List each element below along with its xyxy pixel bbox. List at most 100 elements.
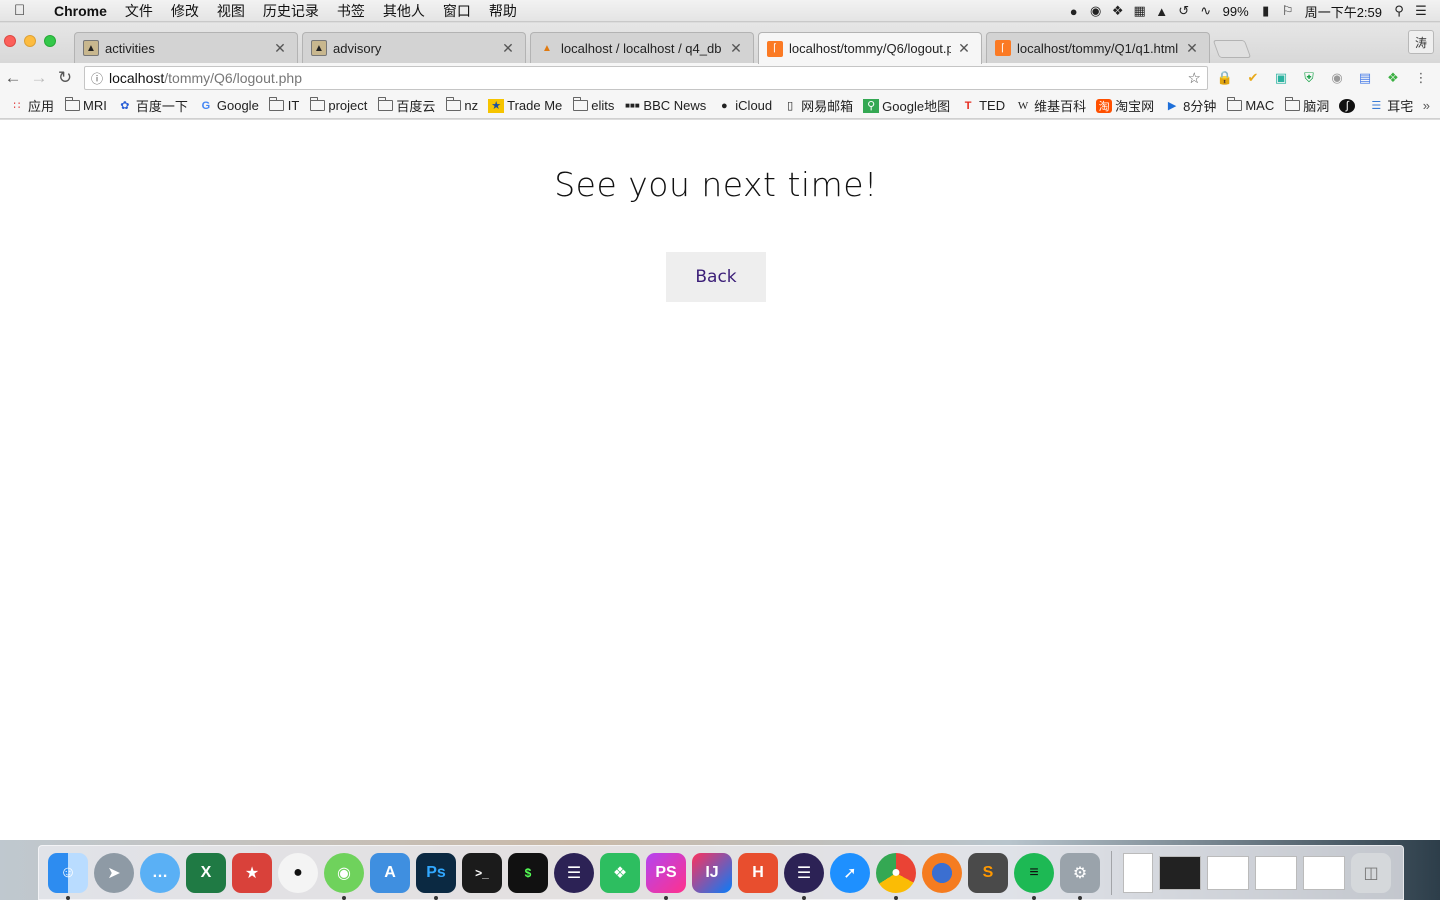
tab-advisory[interactable]: ▲ advisory ✕ (302, 32, 526, 63)
bookmark-elits[interactable]: elits (567, 97, 619, 113)
firefox-icon[interactable] (922, 852, 962, 893)
hbuilder-icon[interactable]: H (738, 852, 778, 893)
tab-close-icon[interactable]: ✕ (1185, 40, 1199, 57)
menu-file[interactable]: 文件 (116, 1, 162, 21)
shield-extension-icon[interactable]: ⛨ (1298, 68, 1320, 88)
forward-arrow-icon[interactable]: → (26, 65, 52, 91)
tab-close-icon[interactable]: ✕ (957, 40, 971, 57)
info-icon[interactable]: ⓘ (85, 70, 109, 87)
bookmark-project[interactable]: project (304, 97, 372, 113)
eclipse-icon[interactable]: ☰ (554, 852, 594, 893)
zoom-window-icon[interactable] (44, 35, 56, 47)
evernote-extension-icon[interactable]: ❖ (1382, 68, 1404, 88)
bookmark-163mail[interactable]: ▯ 网易邮箱 (777, 96, 858, 115)
bookmark-swirl[interactable]: ∫ (1334, 98, 1363, 113)
tab-logout[interactable]: ⌈ localhost/tommy/Q6/logout.ph ✕ (758, 32, 982, 64)
menu-edit[interactable]: 修改 (162, 1, 208, 21)
finder-icon[interactable]: ☺ (48, 852, 88, 900)
bookmark-wikipedia[interactable]: W 维基百科 (1010, 96, 1091, 115)
intellij-icon[interactable]: IJ (692, 852, 732, 893)
spotify-icon[interactable]: ≡ (1014, 852, 1054, 900)
menu-window[interactable]: 窗口 (434, 1, 480, 21)
bookmark-google[interactable]: G Google (193, 98, 264, 113)
bookmark-erzhai[interactable]: ☰ 耳宅 (1363, 96, 1418, 115)
tab-close-icon[interactable]: ✕ (729, 40, 743, 57)
menu-people[interactable]: 其他人 (374, 1, 434, 21)
apple-logo-icon[interactable]:  (14, 2, 42, 19)
camera-extension-icon[interactable]: ◉ (1326, 68, 1348, 88)
tab-q1[interactable]: ⌈ localhost/tommy/Q1/q1.html ✕ (986, 32, 1210, 63)
wifi-icon[interactable]: ∿ (1195, 0, 1217, 22)
bookmark-google-maps[interactable]: ⚲ Google地图 (858, 96, 955, 115)
tab-close-icon[interactable]: ✕ (273, 40, 287, 57)
menu-app-name[interactable]: Chrome (42, 3, 116, 19)
lock-extension-icon[interactable]: 🔒 (1214, 68, 1236, 88)
bookmark-bbc[interactable]: ■■■ BBC News (619, 98, 711, 113)
wechat-status-icon[interactable]: ● (1063, 0, 1085, 22)
bookmark-baiduyun[interactable]: 百度云 (372, 96, 440, 115)
eclipse-alt-icon[interactable]: ☰ (784, 852, 824, 900)
battery-icon[interactable]: ▮ (1255, 0, 1277, 22)
wunderlist-icon[interactable]: ★ (232, 852, 272, 893)
new-tab-button[interactable] (1212, 40, 1252, 58)
back-button[interactable]: Back (666, 252, 766, 302)
screenshot-extension-icon[interactable]: ▣ (1270, 68, 1292, 88)
safari-icon[interactable]: ➚ (830, 852, 870, 893)
bookmark-8min[interactable]: ▶ 8分钟 (1159, 96, 1221, 115)
address-bar[interactable]: ⓘ localhost/tommy/Q6/logout.php ☆ (84, 66, 1208, 90)
screenshot-thumbnail[interactable] (1159, 855, 1201, 890)
cast-status-icon[interactable]: ▲ (1151, 0, 1173, 22)
trash-icon[interactable]: ◫ (1351, 852, 1391, 893)
excel-icon[interactable]: X (186, 852, 226, 893)
system-preferences-icon[interactable]: ⚙ (1060, 852, 1100, 900)
time-machine-icon[interactable]: ↺ (1173, 0, 1195, 22)
bookmark-star-icon[interactable]: ☆ (1188, 69, 1201, 87)
chrome-icon[interactable]: ● (876, 852, 916, 900)
close-window-icon[interactable] (4, 35, 16, 47)
menu-view[interactable]: 视图 (208, 1, 254, 21)
bookmark-trademe[interactable]: ★ Trade Me (483, 98, 567, 113)
bookmark-apps[interactable]: ∷ 应用 (4, 96, 59, 115)
evernote-status-icon[interactable]: ❖ (1107, 0, 1129, 22)
photoshop-icon[interactable]: Ps (416, 852, 456, 900)
bookmarks-overflow-icon[interactable]: » (1423, 98, 1430, 113)
window-thumbnail[interactable] (1207, 855, 1249, 890)
bookmark-nz[interactable]: nz (440, 97, 483, 113)
bookmark-it[interactable]: IT (264, 97, 305, 113)
bookmark-mac[interactable]: MAC (1221, 97, 1279, 113)
terminal-icon[interactable]: >_ (462, 852, 502, 893)
minimize-window-icon[interactable] (24, 35, 36, 47)
bookmark-naodong[interactable]: 脑洞 (1279, 96, 1334, 115)
back-arrow-icon[interactable]: ← (0, 65, 26, 91)
iterm-icon[interactable]: $ (508, 852, 548, 893)
menubar-clock[interactable]: 周一下午2:59 (1299, 2, 1388, 21)
profile-button[interactable]: 涛 (1408, 30, 1434, 54)
chrome-menu-icon[interactable]: ⋮ (1410, 68, 1432, 88)
bookmark-status-icon[interactable]: ▦ (1129, 0, 1151, 22)
launchpad-icon[interactable]: ➤ (94, 852, 134, 893)
menu-bookmarks[interactable]: 书签 (328, 1, 374, 21)
messages-icon[interactable]: … (140, 852, 180, 893)
bookmark-taobao[interactable]: 淘淘宝网 (1091, 96, 1159, 115)
phpstorm-icon[interactable]: PS (646, 852, 686, 900)
bookmark-baidu[interactable]: ✿ 百度一下 (112, 96, 193, 115)
menu-history[interactable]: 历史记录 (254, 1, 328, 21)
bookmark-mri[interactable]: MRI (59, 97, 112, 113)
tab-activities[interactable]: ▲ activities ✕ (74, 32, 298, 63)
notification-center-icon[interactable]: ☰ (1410, 0, 1432, 22)
app-store-icon[interactable]: A (370, 852, 410, 893)
tab-close-icon[interactable]: ✕ (501, 40, 515, 57)
bookmark-ted[interactable]: T TED (955, 98, 1010, 113)
bookmark-icloud[interactable]: ● iCloud (711, 98, 777, 113)
us-flag-icon[interactable]: ⚐ (1277, 0, 1299, 22)
wechat-icon[interactable]: ◉ (324, 852, 364, 900)
checkmark-extension-icon[interactable]: ✔ (1242, 68, 1264, 88)
document-thumbnail[interactable] (1123, 852, 1153, 893)
sublime-text-icon[interactable]: S (968, 852, 1008, 893)
evernote-icon[interactable]: ❖ (600, 852, 640, 893)
tab-phpmyadmin[interactable]: ▲ localhost / localhost / q4_db | ✕ (530, 32, 754, 63)
window-thumbnail[interactable] (1255, 855, 1297, 890)
reload-icon[interactable]: ↻ (52, 65, 78, 91)
chat-status-icon[interactable]: ◉ (1085, 0, 1107, 22)
translate-extension-icon[interactable]: ▤ (1354, 68, 1376, 88)
